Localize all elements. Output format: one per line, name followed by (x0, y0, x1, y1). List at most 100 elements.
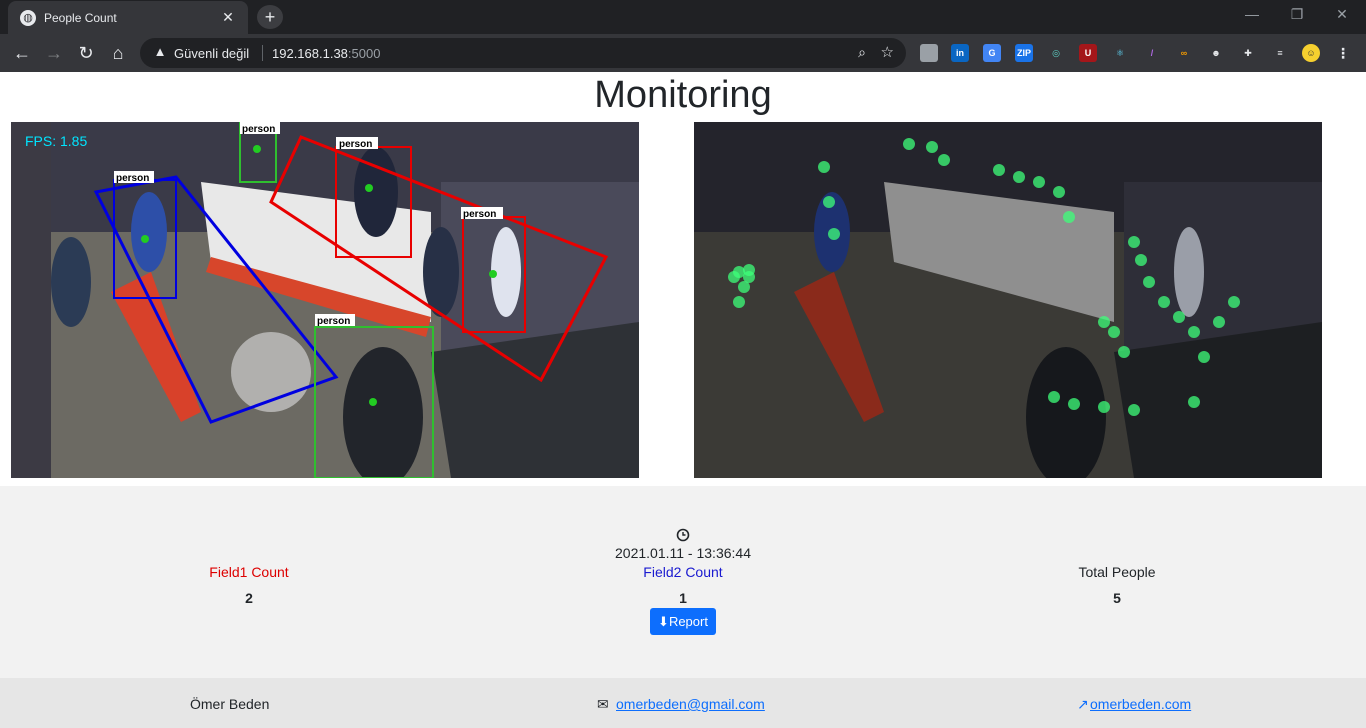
clock-icon (676, 528, 690, 542)
centroid-dot (141, 235, 149, 243)
address-bar[interactable]: ▲ Güvenli değil 192.168.1.38:5000 ⌕ ☆ (140, 38, 906, 68)
trail-dot (1053, 186, 1065, 198)
trail-dot (1013, 171, 1025, 183)
feather-icon[interactable]: / (1143, 44, 1161, 62)
trail-dot (926, 141, 938, 153)
website-link[interactable]: omerbeden.com (1090, 696, 1191, 712)
report-label: Report (668, 614, 708, 629)
trail-dot (823, 196, 835, 208)
detection-label: person (242, 124, 275, 135)
trail-dot (1048, 391, 1060, 403)
url-text[interactable]: 192.168.1.38:5000 (272, 46, 380, 61)
new-tab-button[interactable]: + (257, 5, 283, 29)
tracking-scene (694, 122, 1322, 478)
zip-icon[interactable]: ZIP (1015, 44, 1033, 62)
timestamp: 2021.01.11 - 13:36:44 (615, 545, 751, 561)
centroid-dot (253, 145, 261, 153)
footer: Ömer Beden ✉ omerbeden@gmail.com ↗ omerb… (0, 678, 1366, 728)
vpn-icon[interactable]: ◎ (1047, 44, 1065, 62)
trail-dot (1213, 316, 1225, 328)
trail-dot (1173, 311, 1185, 323)
puzzle-extensions-icon[interactable]: ✚ (1239, 44, 1257, 62)
page-title: Monitoring (594, 74, 772, 116)
profile-avatar[interactable]: ☺ (1302, 44, 1320, 62)
field2-count: 1 (679, 590, 687, 606)
total-label: Total People (1078, 564, 1156, 580)
trail-dot (733, 296, 745, 308)
trail-dot (1033, 176, 1045, 188)
trail-dot (1118, 346, 1130, 358)
tab-title: People Count (44, 11, 117, 25)
translate-icon[interactable]: G (983, 44, 1001, 62)
detection-label: person (463, 209, 496, 220)
download-icon: ⬇ (658, 614, 669, 629)
extension-icon[interactable] (920, 44, 938, 62)
url-host: 192.168.1.38 (272, 46, 348, 61)
warning-icon[interactable]: ▲ (152, 44, 168, 60)
external-link-icon: ↗ (1077, 696, 1089, 712)
trail-dot (993, 164, 1005, 176)
trail-dot (828, 228, 840, 240)
detection-label: person (116, 173, 149, 184)
email-link[interactable]: omerbeden@gmail.com (616, 696, 765, 712)
url-port: :5000 (347, 46, 381, 61)
zoom-icon[interactable]: ⌕ (858, 44, 866, 61)
centroid-dot (365, 184, 373, 192)
trail-dot (938, 154, 950, 166)
trail-dot (1135, 254, 1147, 266)
trail-dot (1188, 396, 1200, 408)
trail-dot (1128, 236, 1140, 248)
stats-panel: Field1 Count 2 2021.01.11 - 13:36:44 Fie… (0, 486, 1366, 678)
forward-arrow-icon[interactable]: → (42, 41, 66, 65)
trail-dot (1158, 296, 1170, 308)
back-arrow-icon[interactable]: ← (10, 41, 34, 65)
person-silhouette (51, 237, 91, 327)
trail-dot (1068, 398, 1080, 410)
detection-label: person (339, 139, 372, 150)
browser-tabstrip: ◍ People Count ✕ + — ❐ ✕ (0, 0, 1366, 34)
infinity-icon[interactable]: ∞ (1175, 44, 1193, 62)
person-silhouette (423, 227, 459, 317)
bookmark-star-icon[interactable]: ☆ (881, 43, 894, 61)
trail-dot (1228, 296, 1240, 308)
react-devtools-icon[interactable]: ⚛ (1111, 44, 1129, 62)
close-tab-icon[interactable]: ✕ (218, 7, 238, 27)
author-name: Ömer Beden (190, 696, 270, 712)
home-icon[interactable]: ⌂ (106, 41, 130, 65)
trail-dot (1188, 326, 1200, 338)
trail-dot (1098, 401, 1110, 413)
minimize-icon[interactable]: — (1232, 6, 1272, 26)
security-label[interactable]: Güvenli değil (174, 46, 249, 61)
trail-dot (743, 271, 755, 283)
left-shelf (11, 122, 51, 478)
omnibox-divider (262, 45, 263, 61)
centroid-dot (489, 270, 497, 278)
menu-kebab-icon[interactable]: ⋮ (1334, 44, 1352, 62)
media-control-icon[interactable]: ≡ (1271, 44, 1289, 62)
trail-dot (1143, 276, 1155, 288)
reload-icon[interactable]: ↻ (74, 41, 98, 65)
tab-people-count[interactable]: ◍ People Count ✕ (8, 1, 248, 34)
fps-overlay: FPS: 1.85 (25, 133, 87, 149)
trail-dot (1098, 316, 1110, 328)
field1-count: 2 (245, 590, 253, 606)
mascot-icon[interactable]: ☻ (1207, 44, 1225, 62)
centroid-dot (369, 398, 377, 406)
person-silhouette (131, 192, 167, 272)
field2-label: Field2 Count (643, 564, 723, 580)
trail-dot (1128, 404, 1140, 416)
envelope-icon: ✉ (597, 696, 609, 712)
close-window-icon[interactable]: ✕ (1322, 6, 1362, 26)
field1-label: Field1 Count (209, 564, 289, 580)
trail-dot (1198, 351, 1210, 363)
globe-icon: ◍ (20, 10, 36, 26)
restore-icon[interactable]: ❐ (1277, 6, 1317, 26)
trail-dot (1063, 211, 1075, 223)
report-button[interactable]: ⬇Report (650, 608, 716, 635)
person-silhouette-dim (1174, 227, 1204, 317)
linkedin-icon[interactable]: in (951, 44, 969, 62)
ublock-icon[interactable]: U (1079, 44, 1097, 62)
tracking-video-feed (694, 122, 1322, 478)
detection-scene: person person person person person FPS: … (11, 122, 639, 478)
detection-label: person (317, 316, 350, 327)
